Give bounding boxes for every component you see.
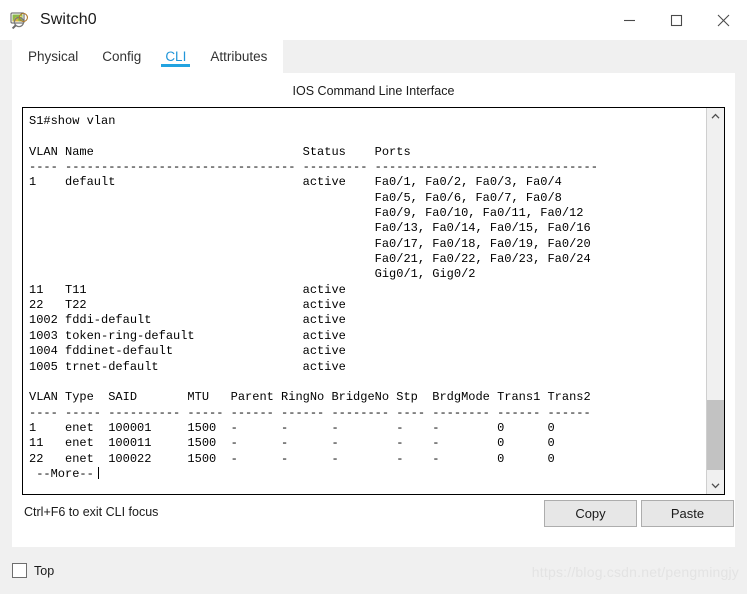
title-bar: Switch0 [0,0,747,40]
tab-config[interactable]: Config [90,40,153,73]
terminal-text: S1#show vlan VLAN Name Status Ports ----… [29,114,598,481]
chevron-down-icon[interactable] [707,477,724,494]
cli-panel: IOS Command Line Interface S1#show vlan … [12,73,735,547]
close-icon[interactable] [700,0,747,40]
tab-cli[interactable]: CLI [153,40,198,73]
copy-button[interactable]: Copy [544,500,637,527]
maximize-icon[interactable] [653,0,700,40]
watermark: https://blog.csdn.net/pengmingjy [531,564,739,580]
paste-button[interactable]: Paste [641,500,734,527]
switch-device-icon [10,10,30,30]
switch-cli-window: Switch0 Physical Config CLI Attributes I… [0,0,747,594]
scrollbar-thumb[interactable] [707,399,724,470]
tab-physical[interactable]: Physical [16,40,90,73]
tab-strip: Physical Config CLI Attributes [0,40,747,73]
panel-title: IOS Command Line Interface [292,84,455,98]
top-checkbox[interactable]: Top [12,563,54,578]
window-controls [606,0,747,40]
top-checkbox-label: Top [34,563,55,578]
window-title: Switch0 [40,11,97,28]
minimize-icon[interactable] [606,0,653,40]
window-footer: Top https://blog.csdn.net/pengmingjy [0,547,747,594]
checkbox-box[interactable] [12,563,27,578]
terminal-scrollbar[interactable] [706,108,724,494]
tab-list: Physical Config CLI Attributes [12,40,284,73]
terminal-container: S1#show vlan VLAN Name Status Ports ----… [22,107,725,495]
scrollbar-track[interactable] [707,125,724,477]
cli-focus-hint: Ctrl+F6 to exit CLI focus [24,505,159,519]
terminal-output[interactable]: S1#show vlan VLAN Name Status Ports ----… [23,108,706,494]
chevron-up-icon[interactable] [707,108,724,125]
terminal-cursor [97,466,99,479]
tab-attributes[interactable]: Attributes [198,40,279,73]
